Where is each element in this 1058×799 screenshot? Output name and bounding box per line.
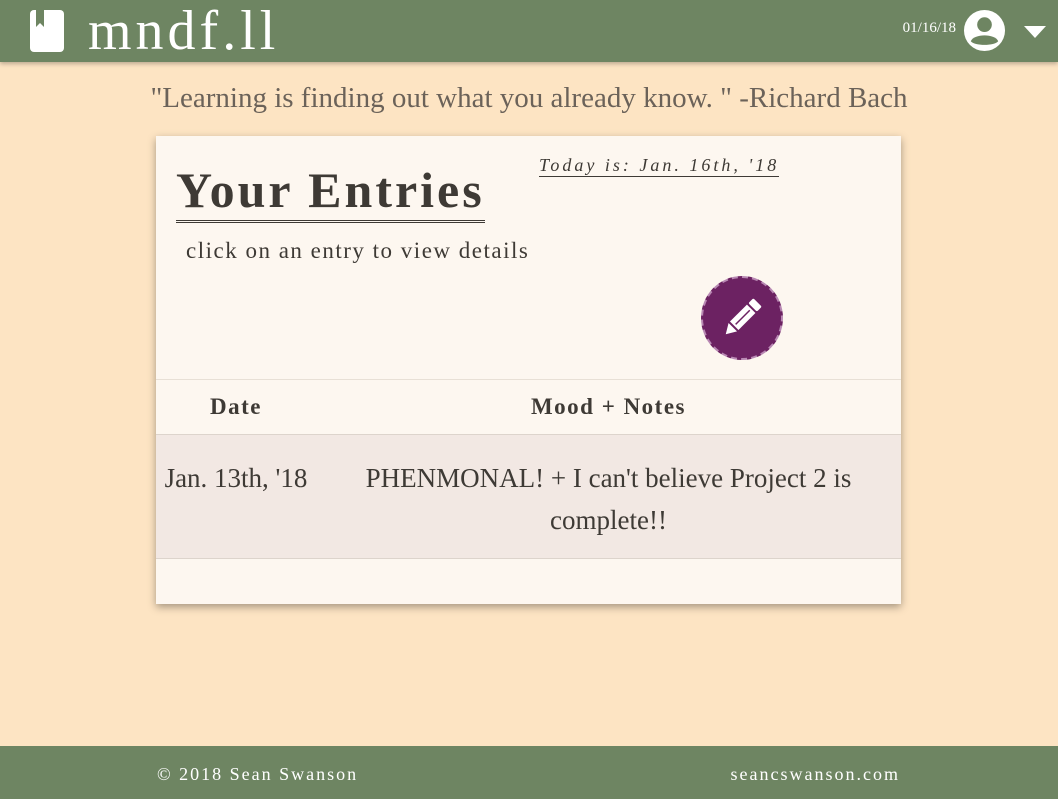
nav-date: 01/16/18 <box>902 20 956 36</box>
new-entry-button[interactable] <box>701 276 783 360</box>
page-title: Your Entries <box>176 160 485 223</box>
account-circle-icon[interactable] <box>963 9 1006 52</box>
today-date: Today is: Jan. 16th, '18 <box>539 155 780 177</box>
website-link[interactable]: seancswanson.com <box>731 764 900 785</box>
inspirational-quote: "Learning is finding out what you alread… <box>150 82 908 114</box>
entries-table-header: Date Mood + Notes <box>156 379 901 435</box>
entry-date: Jan. 13th, '18 <box>164 463 308 493</box>
brand-name: mndf.ll <box>88 0 280 62</box>
copyright-text: © 2018 Sean Swanson <box>157 764 359 784</box>
column-header-date: Date <box>210 394 262 419</box>
caret-down-icon[interactable] <box>1024 26 1046 38</box>
column-header-notes: Mood + Notes <box>530 394 687 419</box>
instructions-text: click on an entry to view details <box>186 238 530 263</box>
entry-notes: PHENMONAL! + I can't believe Project 2 i… <box>365 463 852 535</box>
pencil-icon <box>725 298 762 335</box>
top-navbar: mndf.ll 01/16/18 <box>0 0 1058 62</box>
brand[interactable]: mndf.ll <box>30 0 279 62</box>
bookmark-icon <box>30 10 64 52</box>
table-row[interactable]: Jan. 13th, '18 PHENMONAL! + I can't beli… <box>156 434 901 559</box>
footer: © 2018 Sean Swanson seancswanson.com <box>0 746 1058 799</box>
entries-card: Your Entries Today is: Jan. 16th, '18 cl… <box>156 136 901 604</box>
